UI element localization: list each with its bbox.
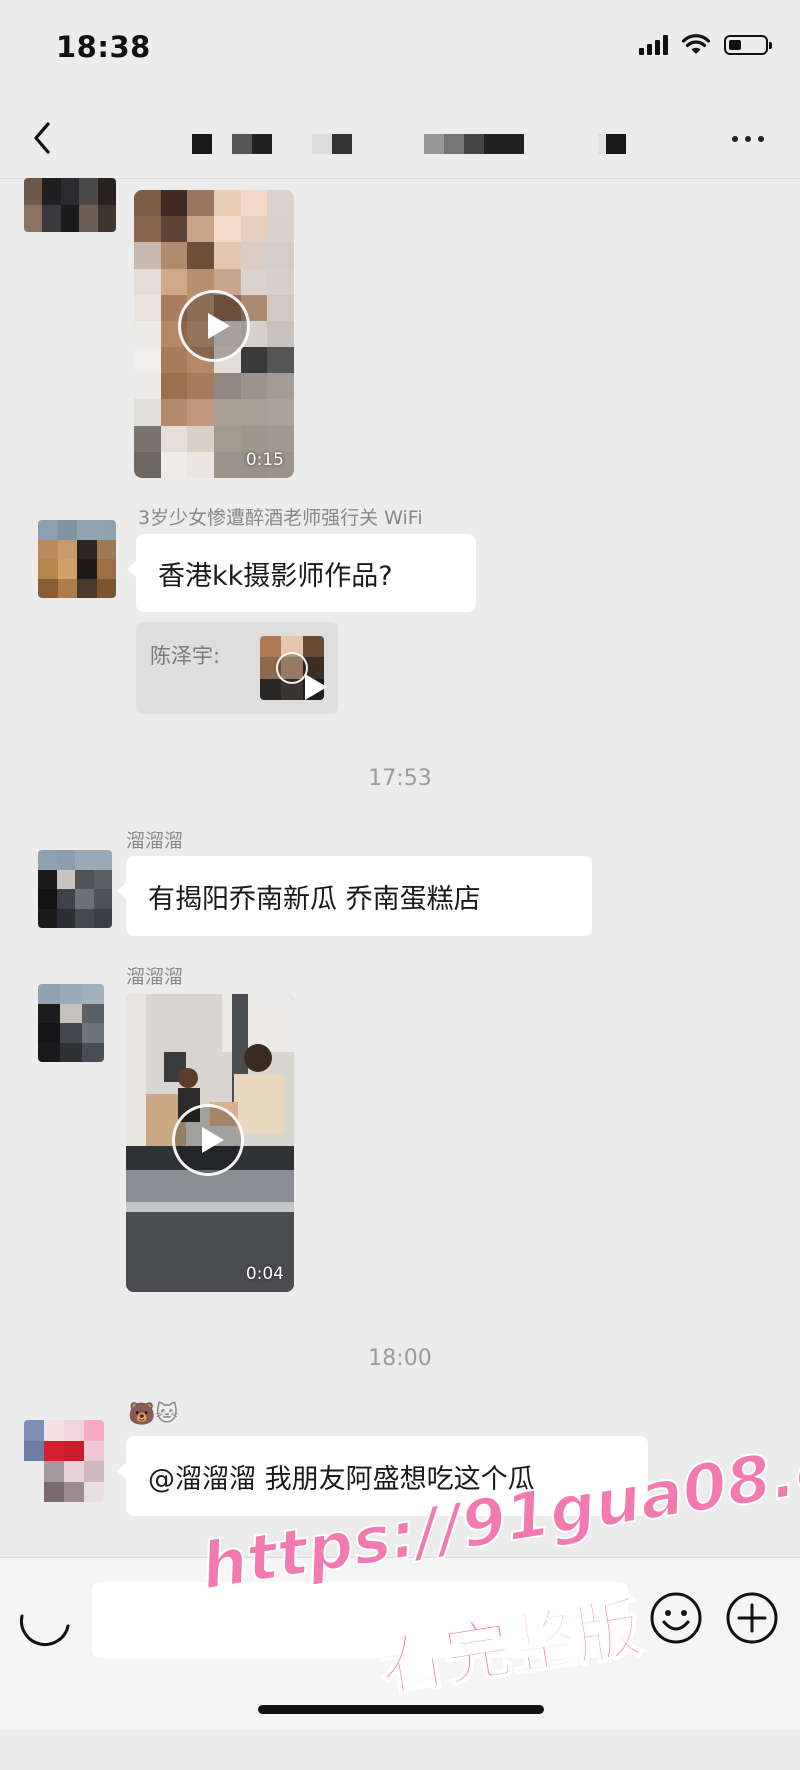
video-message[interactable]: 0:04 (126, 994, 294, 1292)
message-input[interactable] (92, 1582, 628, 1658)
avatar[interactable] (24, 1420, 104, 1502)
message-text: @溜溜溜 我朋友阿盛想吃这个瓜 (148, 1463, 535, 1495)
video-duration: 0:15 (245, 450, 284, 470)
quoted-message[interactable]: 陈泽宇: (136, 622, 338, 714)
play-icon (276, 652, 327, 700)
message-bubble[interactable]: @溜溜溜 我朋友阿盛想吃这个瓜 (117, 1436, 648, 1516)
home-indicator[interactable] (258, 1705, 544, 1714)
video-duration: 0:04 (245, 1264, 284, 1284)
chat-title-redacted (598, 134, 626, 154)
battery-icon (724, 35, 772, 55)
ellipsis-icon[interactable] (732, 136, 764, 142)
avatar[interactable] (38, 520, 116, 598)
signal-icon (639, 35, 668, 55)
timestamp: 17:53 (368, 766, 432, 791)
chevron-left-icon[interactable] (26, 118, 60, 158)
sender-name: 溜溜溜 (126, 830, 184, 852)
emoji-icon[interactable] (648, 1590, 704, 1646)
avatar[interactable] (38, 984, 104, 1062)
timestamp: 18:00 (368, 1346, 432, 1371)
video-message[interactable]: 0:15 (134, 190, 294, 478)
chat-title-redacted (424, 134, 524, 154)
play-icon[interactable] (178, 290, 250, 362)
quote-sender: 陈泽宇: (150, 644, 221, 668)
message-bubble[interactable]: 有揭阳乔南新瓜 乔南蛋糕店 (117, 856, 592, 936)
sender-name: 3岁少女惨遭醉酒老师强行关 WiFi (138, 507, 423, 529)
chat-title-redacted (192, 134, 272, 154)
voice-icon[interactable] (18, 1596, 72, 1650)
wifi-icon (682, 34, 710, 54)
chat-title-redacted (312, 134, 352, 154)
nav-bar (0, 100, 800, 179)
status-bar: 18:38 (0, 0, 800, 100)
sender-name: 溜溜溜 (126, 966, 184, 988)
message-text: 有揭阳乔南新瓜 乔南蛋糕店 (148, 883, 481, 915)
plus-icon[interactable] (724, 1590, 780, 1646)
message-bubble[interactable]: 香港kk摄影师作品? (127, 534, 476, 612)
status-icons (639, 34, 772, 56)
avatar[interactable] (38, 850, 112, 928)
play-icon[interactable] (172, 1104, 244, 1176)
avatar[interactable] (24, 178, 116, 232)
sender-name: 🐻🐱 (128, 1402, 179, 1427)
status-time: 18:38 (56, 30, 151, 64)
message-text: 香港kk摄影师作品? (158, 560, 393, 592)
